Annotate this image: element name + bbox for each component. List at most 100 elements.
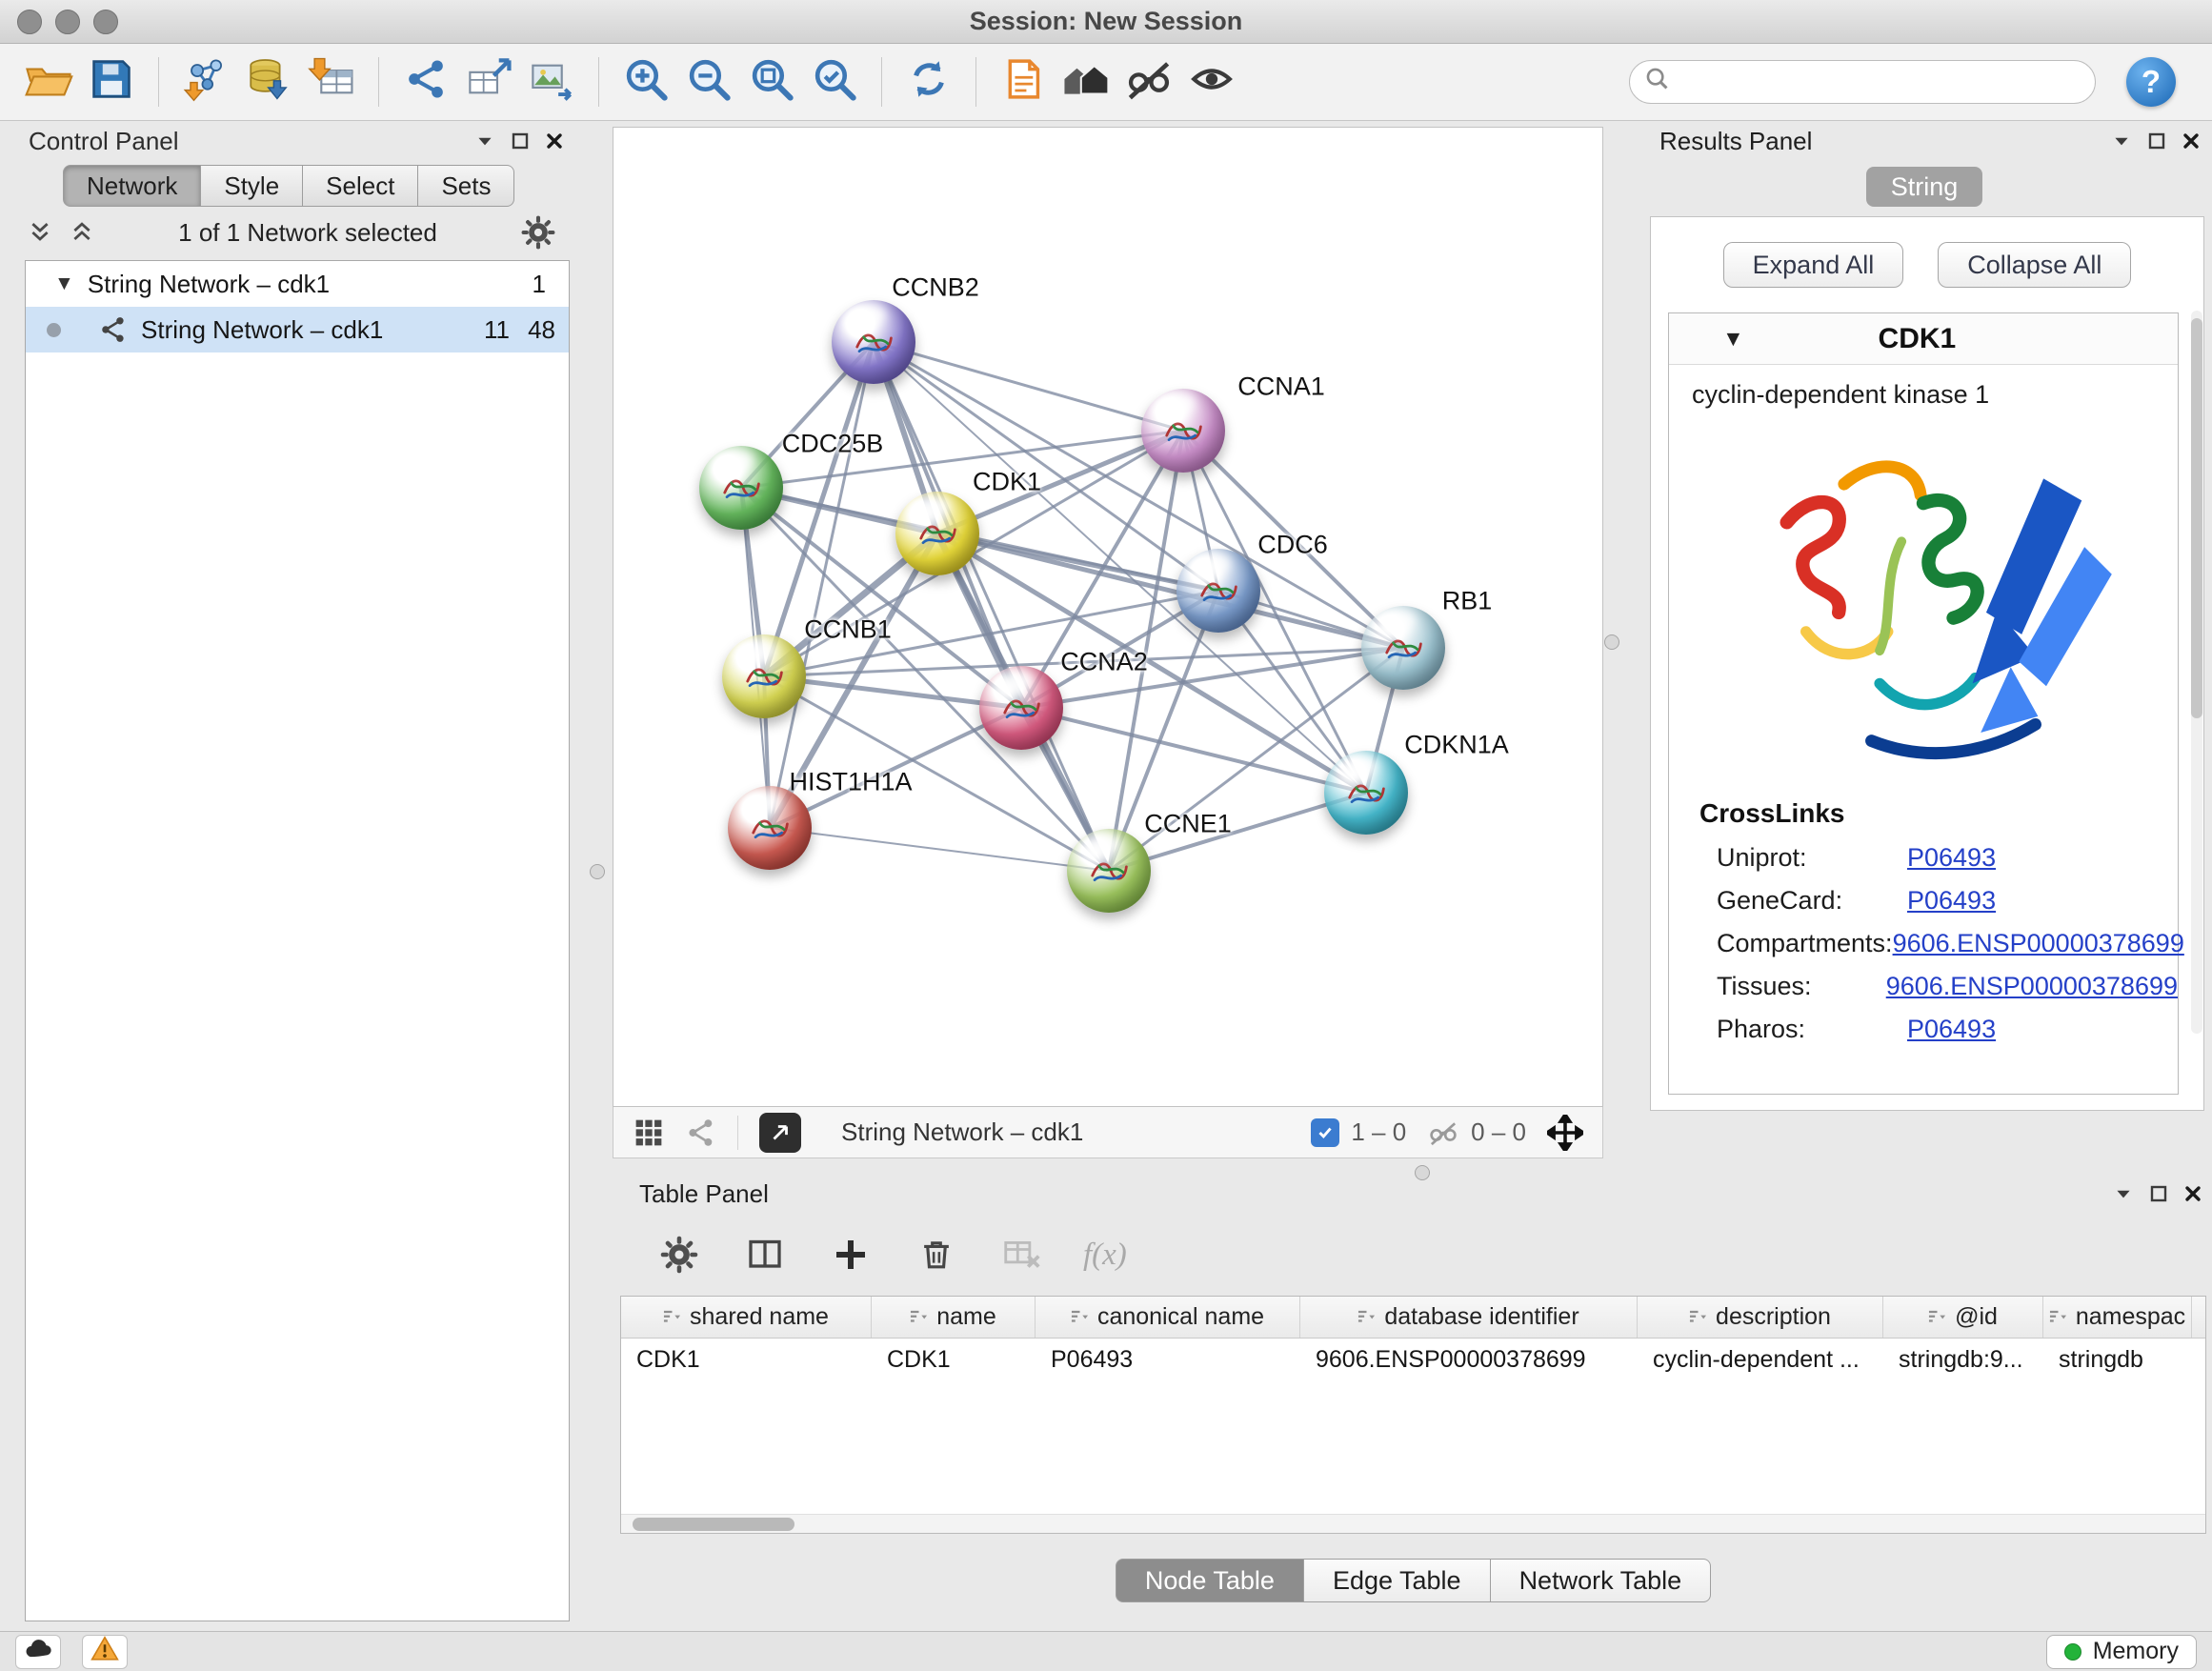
share-view-icon[interactable] <box>686 1117 716 1148</box>
network-node-ccne1[interactable] <box>1067 829 1151 913</box>
gene-section-header[interactable]: ▼ CDK1 <box>1669 313 2178 365</box>
save-session-button[interactable] <box>84 53 139 111</box>
network-node-ccna2[interactable] <box>979 666 1063 750</box>
right-splitter-handle[interactable] <box>1604 634 1619 650</box>
tab-node-table[interactable]: Node Table <box>1116 1559 1304 1602</box>
network-node-cdkn1a[interactable] <box>1324 751 1408 835</box>
network-node-cdk1[interactable] <box>895 492 979 575</box>
crosslink-link[interactable]: 9606.ENSP00000378699 <box>1893 929 2184 958</box>
crosslink-link[interactable]: P06493 <box>1907 843 1996 873</box>
export-table-button[interactable] <box>461 53 516 111</box>
float-panel-icon[interactable] <box>2147 131 2166 151</box>
column-header-shared-name[interactable]: shared name <box>621 1297 872 1338</box>
table-horizontal-scrollbar[interactable] <box>621 1514 2205 1533</box>
memory-button[interactable]: Memory <box>2046 1635 2197 1669</box>
apply-layout-button[interactable] <box>901 53 956 111</box>
float-panel-icon[interactable] <box>511 131 530 151</box>
crosslinks-title: CrossLinks <box>1669 785 2178 836</box>
bottom-splitter-handle[interactable] <box>1415 1165 1430 1180</box>
crosslink-label: Tissues: <box>1717 972 1886 1001</box>
network-node-ccnb1[interactable] <box>722 634 806 718</box>
panel-menu-icon[interactable] <box>2111 131 2132 151</box>
delete-column-icon[interactable] <box>912 1230 961 1279</box>
crosslink-link[interactable]: P06493 <box>1907 886 1996 916</box>
zoom-in-button[interactable] <box>618 53 674 111</box>
grid-view-icon[interactable] <box>633 1117 665 1149</box>
network-node-rb1[interactable] <box>1361 606 1445 690</box>
column-header-canonical-name[interactable]: canonical name <box>1036 1297 1300 1338</box>
tree-item-network[interactable]: String Network – cdk1 11 48 <box>26 307 569 352</box>
open-in-window-button[interactable] <box>759 1113 801 1153</box>
cloud-button[interactable] <box>15 1635 61 1669</box>
tab-sets[interactable]: Sets <box>418 165 514 207</box>
close-panel-icon[interactable] <box>2183 1184 2202 1203</box>
network-node-cdc25b[interactable] <box>699 446 783 530</box>
expand-all-icon[interactable] <box>69 220 95 245</box>
warning-button[interactable] <box>82 1635 128 1669</box>
results-scrollbar[interactable] <box>2191 311 2202 1034</box>
split-columns-icon[interactable] <box>740 1230 790 1279</box>
crosslink-label: Pharos: <box>1717 1015 1907 1044</box>
expand-all-button[interactable]: Expand All <box>1723 242 1904 288</box>
disclosure-triangle-icon[interactable]: ▼ <box>54 272 74 295</box>
crosslink-link[interactable]: P06493 <box>1907 1015 1996 1044</box>
table-arrow-icon <box>465 55 513 110</box>
export-network-button[interactable] <box>398 53 453 111</box>
export-image-button[interactable] <box>524 53 579 111</box>
table-row[interactable]: CDK1CDK1P064939606.ENSP00000378699cyclin… <box>621 1339 2205 1380</box>
column-header-name[interactable]: name <box>872 1297 1036 1338</box>
tab-edge-table[interactable]: Edge Table <box>1304 1559 1491 1602</box>
zoom-fit-button[interactable] <box>744 53 799 111</box>
help-button[interactable]: ? <box>2126 57 2176 107</box>
results-tab-string[interactable]: String <box>1866 167 1982 207</box>
image-arrow-icon <box>528 55 575 110</box>
gear-icon[interactable] <box>520 214 556 251</box>
import-network-database-button[interactable] <box>241 53 296 111</box>
column-header-database-identifier[interactable]: database identifier <box>1300 1297 1638 1338</box>
tab-network[interactable]: Network <box>63 165 201 207</box>
search-input[interactable] <box>1679 68 2080 97</box>
close-panel-icon[interactable] <box>2182 131 2201 151</box>
zoom-out-button[interactable] <box>681 53 736 111</box>
hidden-glasses-icon[interactable] <box>1427 1117 1459 1149</box>
zoom-selected-button[interactable] <box>807 53 862 111</box>
network-node-ccna1[interactable] <box>1141 389 1225 473</box>
scrollbar-thumb[interactable] <box>633 1518 794 1531</box>
column-header-description[interactable]: description <box>1638 1297 1883 1338</box>
network-node-ccnb2[interactable] <box>832 300 915 384</box>
hidden-counts: 0 – 0 <box>1427 1117 1526 1149</box>
home-button[interactable] <box>1058 53 1114 111</box>
search-box[interactable] <box>1629 60 2096 104</box>
panel-menu-icon[interactable] <box>2113 1183 2134 1204</box>
crosslink-row: Uniprot:P06493 <box>1669 836 2178 879</box>
network-node-cdc6[interactable] <box>1176 549 1260 633</box>
tab-network-table[interactable]: Network Table <box>1491 1559 1712 1602</box>
crosslink-link[interactable]: 9606.ENSP00000378699 <box>1886 972 2178 1001</box>
toolbar-separator <box>158 57 159 107</box>
selection-checkbox-icon[interactable] <box>1311 1118 1339 1147</box>
hide-graphics-button[interactable] <box>1121 53 1176 111</box>
tab-select[interactable]: Select <box>303 165 418 207</box>
scrollbar-thumb[interactable] <box>2191 318 2202 718</box>
import-table-button[interactable] <box>304 53 359 111</box>
network-view[interactable]: CCNB2CCNA1CDC25BCDK1CDC6RB1CCNB1CCNA2CDK… <box>613 127 1603 1107</box>
open-session-button[interactable] <box>21 53 76 111</box>
table-gear-icon[interactable] <box>654 1230 704 1279</box>
import-network-file-button[interactable] <box>178 53 233 111</box>
add-column-icon[interactable] <box>826 1230 875 1279</box>
collapse-all-icon[interactable] <box>27 220 53 245</box>
float-panel-icon[interactable] <box>2149 1184 2168 1203</box>
network-node-hist1h1a[interactable] <box>728 786 812 870</box>
move-crosshair-icon[interactable] <box>1547 1115 1583 1151</box>
column-header-@id[interactable]: @id <box>1883 1297 2043 1338</box>
close-panel-icon[interactable] <box>545 131 564 151</box>
panel-menu-icon[interactable] <box>474 131 495 151</box>
disclosure-triangle-icon[interactable]: ▼ <box>1722 326 1744 352</box>
tree-item-collection[interactable]: ▼ String Network – cdk1 1 <box>26 261 569 307</box>
document-button[interactable] <box>995 53 1051 111</box>
left-splitter-handle[interactable] <box>590 864 605 879</box>
collapse-all-button[interactable]: Collapse All <box>1938 242 2131 288</box>
column-header-namespac[interactable]: namespac <box>2043 1297 2192 1338</box>
tab-style[interactable]: Style <box>201 165 303 207</box>
show-graphics-button[interactable] <box>1184 53 1239 111</box>
